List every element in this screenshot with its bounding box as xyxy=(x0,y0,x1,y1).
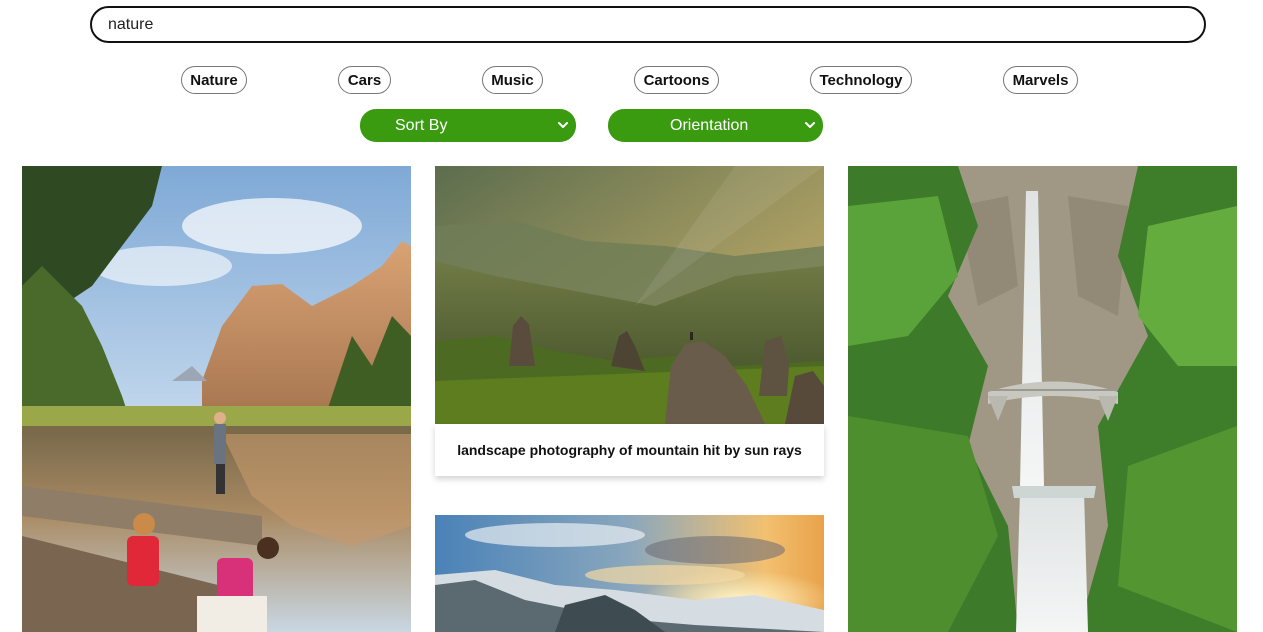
page: Nature Cars Music Cartoons Technology Ma… xyxy=(0,0,1263,632)
category-chip-cartoons[interactable]: Cartoons xyxy=(634,66,719,94)
category-chip-marvels[interactable]: Marvels xyxy=(1003,66,1078,94)
photo-card-waterfall[interactable] xyxy=(848,166,1237,632)
photo-image xyxy=(435,166,824,424)
photo-image xyxy=(848,166,1237,632)
sort-by-label: Sort By xyxy=(395,116,448,134)
orientation-label: Orientation xyxy=(670,116,749,134)
orientation-select[interactable]: Orientation xyxy=(608,109,823,142)
chevron-down-icon xyxy=(558,122,568,128)
photo-image xyxy=(435,515,824,632)
category-chip-music[interactable]: Music xyxy=(482,66,543,94)
sort-by-select[interactable]: Sort By xyxy=(360,109,576,142)
photo-card-yosemite[interactable] xyxy=(22,166,411,632)
search-bar[interactable] xyxy=(90,6,1206,43)
chevron-down-icon xyxy=(805,122,815,128)
search-input[interactable] xyxy=(108,15,1188,34)
category-chip-nature[interactable]: Nature xyxy=(181,66,247,94)
category-chip-technology[interactable]: Technology xyxy=(810,66,912,94)
photo-image xyxy=(22,166,411,632)
photo-card-sunset-clouds[interactable] xyxy=(435,515,824,632)
category-chip-cars[interactable]: Cars xyxy=(338,66,391,94)
photo-card-mountain-sun-rays[interactable] xyxy=(435,166,824,424)
photo-caption: landscape photography of mountain hit by… xyxy=(435,424,824,476)
